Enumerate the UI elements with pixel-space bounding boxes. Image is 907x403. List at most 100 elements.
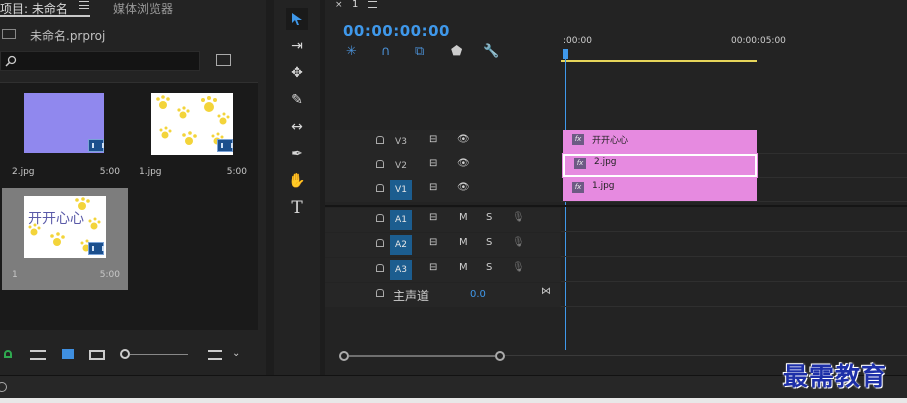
sort-icon[interactable] (208, 350, 222, 360)
status-icon (0, 382, 7, 392)
sync-lock-icon[interactable]: ⊟ (429, 237, 437, 248)
microphone-icon[interactable]: 🎙 (512, 237, 525, 248)
media-item-2jpg[interactable]: 2.jpg 5:00 (2, 85, 128, 187)
playhead-timecode[interactable]: 00:00:00:00 (343, 22, 450, 40)
scroll-right-handle[interactable] (495, 351, 505, 361)
track-label[interactable]: V2 (390, 156, 412, 176)
ruler-start-label: :00:00 (563, 36, 592, 46)
track-label[interactable]: A3 (390, 260, 412, 280)
project-panel: 项目: 未命名 媒体浏览器 未命名.prproj 2.jpg 5:00 1.jp… (0, 0, 266, 375)
slip-tool[interactable]: ↔ (286, 116, 308, 138)
lock-icon[interactable] (376, 184, 384, 192)
chevron-down-icon[interactable]: ⌄ (232, 348, 240, 359)
solo-button[interactable]: S (486, 262, 492, 273)
microphone-icon[interactable]: 🎙 (512, 212, 525, 223)
eye-icon[interactable]: 👁 (457, 182, 470, 193)
track-label[interactable]: A1 (390, 210, 412, 230)
scroll-left-handle[interactable] (339, 351, 349, 361)
ripple-edit-tool[interactable]: ✥ (286, 62, 308, 84)
clip-v3[interactable]: fx 开开心心 (563, 130, 757, 153)
sync-lock-icon[interactable]: ⊟ (429, 134, 437, 145)
search-icon (5, 55, 17, 67)
track-v2: V2 ⊟ 👁 fx 2.jpg (325, 153, 907, 178)
sync-lock-icon[interactable]: ⊟ (429, 158, 437, 169)
linked-selection-icon[interactable]: ⧉ (415, 44, 424, 59)
image-badge-icon (88, 139, 104, 152)
type-tool[interactable]: T (286, 197, 308, 219)
tab-media-browser[interactable]: 媒体浏览器 (113, 0, 173, 16)
sync-lock-icon[interactable]: ⊟ (429, 182, 437, 193)
nest-icon[interactable]: ✳ (346, 44, 357, 59)
track-select-tool[interactable]: ⇥ (286, 35, 308, 57)
razor-icon: ✎ (291, 92, 303, 108)
clip-v2-selected[interactable]: fx 2.jpg (562, 153, 758, 178)
mute-button[interactable]: M (459, 262, 468, 273)
lock-icon[interactable] (376, 264, 384, 272)
track-header (325, 178, 561, 202)
time-ruler[interactable]: :00:00 00:00:05:00 (561, 34, 907, 64)
track-a2: A2 ⊟ M S 🎙 (325, 233, 907, 257)
window-bottom-strip (0, 398, 907, 403)
media-item-name: 1 (12, 270, 18, 280)
horizontal-scrollbar-track[interactable] (505, 355, 907, 356)
fx-badge: fx (574, 158, 586, 169)
media-item-sequence-1[interactable]: 开开心心 1 5:00 (2, 188, 128, 290)
work-area-bar[interactable] (561, 60, 757, 62)
ripple-edit-icon: ✥ (291, 65, 303, 81)
solo-button[interactable]: S (486, 212, 492, 223)
status-bar (0, 375, 907, 403)
track-v1: V1 ⊟ 👁 fx 1.jpg (325, 178, 907, 202)
media-item-duration: 5:00 (226, 167, 247, 177)
lock-icon[interactable] (376, 160, 384, 168)
track-select-icon: ⇥ (291, 38, 303, 54)
eye-icon[interactable]: 👁 (457, 134, 470, 145)
freeform-view-icon[interactable] (89, 350, 105, 360)
new-bin-icon[interactable] (216, 54, 231, 66)
tools-panel: ⇥ ✥ ✎ ↔ ✒ ✋ T (274, 0, 320, 375)
hand-tool[interactable]: ✋ (286, 170, 308, 192)
marker-icon[interactable]: ⬟ (451, 44, 462, 59)
track-header (325, 154, 561, 178)
close-icon[interactable]: × (335, 0, 343, 10)
lock-icon[interactable] (376, 239, 384, 247)
sync-lock-icon[interactable]: ⊟ (429, 262, 437, 273)
track-label[interactable]: A2 (390, 235, 412, 255)
zoom-slider-track[interactable] (130, 354, 188, 355)
lock-icon[interactable] (376, 214, 384, 222)
sequence-badge-icon (88, 242, 104, 255)
media-grid: 2.jpg 5:00 1.jpg 5:00 开开心心 1 5:00 (0, 82, 258, 330)
mute-button[interactable]: M (459, 212, 468, 223)
selection-tool[interactable] (286, 8, 308, 30)
tab-sequence[interactable]: 1 (352, 0, 358, 10)
track-label[interactable]: V3 (390, 132, 412, 152)
solo-button[interactable]: S (486, 237, 492, 248)
track-label[interactable]: V1 (390, 180, 412, 200)
lock-icon[interactable] (4, 350, 12, 358)
microphone-icon[interactable]: 🎙 (512, 262, 525, 273)
selection-arrow-icon (292, 13, 302, 25)
media-item-1jpg[interactable]: 1.jpg 5:00 (129, 85, 255, 187)
master-volume-value[interactable]: 0.0 (470, 289, 486, 300)
lock-icon[interactable] (376, 289, 384, 297)
razor-tool[interactable]: ✎ (286, 89, 308, 111)
clip-v1[interactable]: fx 1.jpg (563, 178, 757, 201)
timeline-panel: × 1 00:00:00:00 ✳ ∩ ⧉ ⬟ 🔧 :00:00 00:00:0… (325, 0, 907, 375)
list-view-icon[interactable] (30, 350, 46, 360)
icon-view-icon[interactable] (62, 349, 74, 359)
snap-icon[interactable]: ∩ (381, 44, 391, 59)
sync-lock-icon[interactable]: ⊟ (429, 212, 437, 223)
lock-icon[interactable] (376, 136, 384, 144)
zoom-slider-handle[interactable] (120, 349, 130, 359)
hamburger-icon[interactable] (368, 1, 377, 8)
horizontal-scrollbar-thumb[interactable] (349, 355, 495, 357)
go-to-in-out-icon[interactable]: ⋈ (541, 286, 551, 297)
search-input[interactable] (0, 51, 200, 71)
master-track-label: 主声道 (393, 289, 430, 303)
wrench-icon[interactable]: 🔧 (483, 44, 499, 59)
pen-tool[interactable]: ✒ (286, 143, 308, 165)
eye-icon[interactable]: 👁 (457, 158, 470, 169)
mute-button[interactable]: M (459, 237, 468, 248)
tab-project[interactable]: 项目: 未命名 (0, 0, 68, 16)
hamburger-icon[interactable] (79, 1, 89, 9)
clip-name: 2.jpg (594, 157, 617, 167)
